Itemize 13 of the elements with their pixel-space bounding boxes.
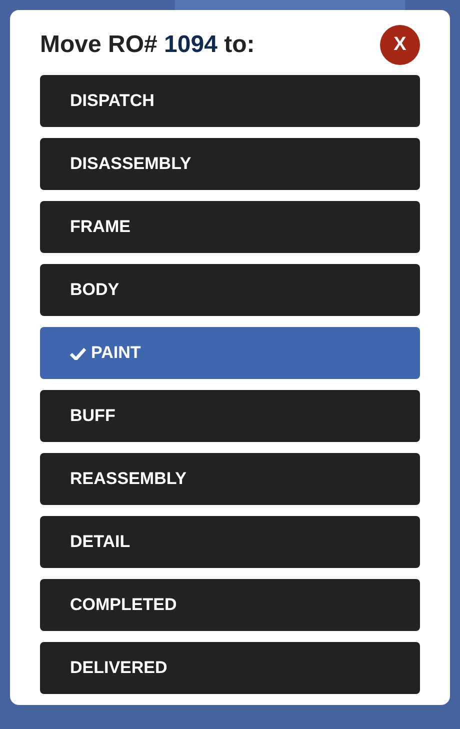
stage-button[interactable]: BUFF [40, 390, 420, 442]
stage-button[interactable]: BODY [40, 264, 420, 316]
dialog-title: Move RO# 1094 to: [40, 31, 255, 59]
stage-button[interactable]: COMPLETED [40, 579, 420, 631]
check-icon [70, 346, 86, 360]
stage-button[interactable]: FRAME [40, 201, 420, 253]
stage-button[interactable]: REASSEMBLY [40, 453, 420, 505]
close-button[interactable]: X [380, 25, 420, 65]
stage-button[interactable]: DETAIL [40, 516, 420, 568]
stage-button[interactable]: DELIVERED [40, 642, 420, 694]
stage-button[interactable]: DISASSEMBLY [40, 138, 420, 190]
stage-button[interactable]: DISPATCH [40, 75, 420, 127]
stage-button[interactable]: PAINT [40, 327, 420, 379]
